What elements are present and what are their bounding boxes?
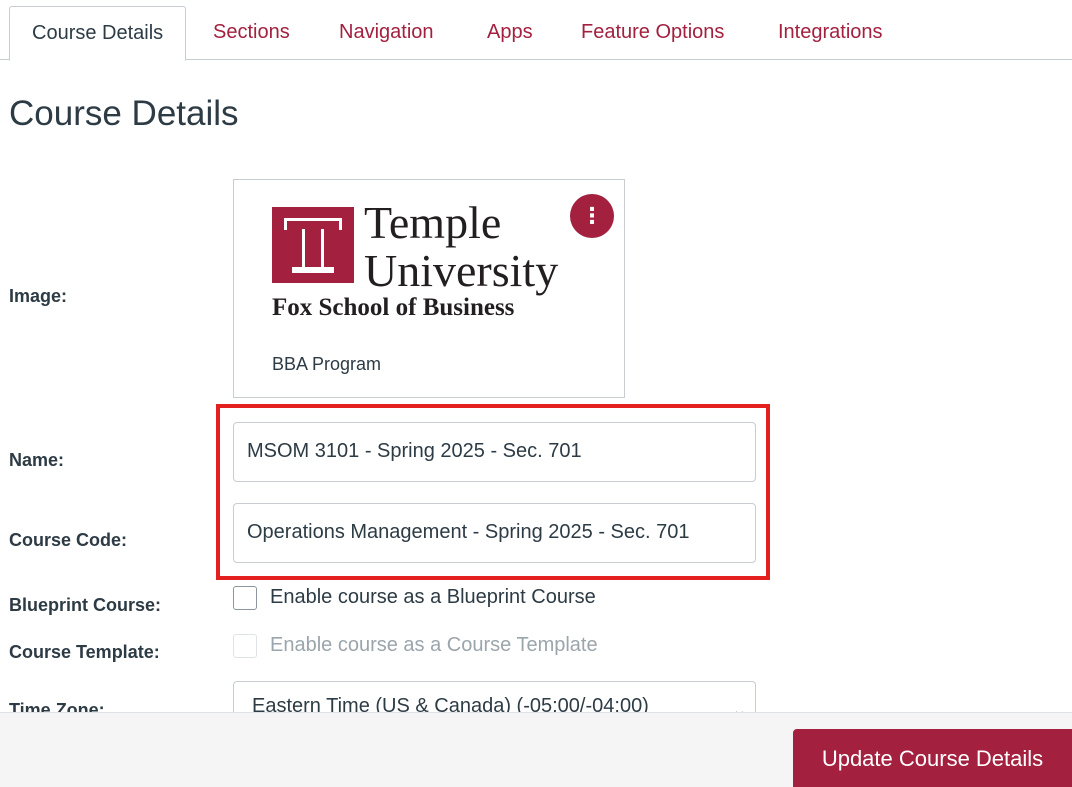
name-label: Name: <box>9 450 65 470</box>
tab-feature-options[interactable]: Feature Options <box>559 6 746 60</box>
tab-course-details[interactable]: Course Details <box>9 6 187 61</box>
course-code-input[interactable]: Operations Management - Spring 2025 - Se… <box>233 503 756 563</box>
form-actions-footer: Update Course Details <box>0 712 1072 787</box>
temple-logo-icon <box>272 207 354 283</box>
tab-sections[interactable]: Sections <box>191 6 312 60</box>
template-checkbox-label: Enable course as a Course Template <box>270 634 598 656</box>
course-settings-tabs: Course Details Sections Navigation Apps … <box>0 0 1072 61</box>
course-code-label: Course Code: <box>9 530 128 550</box>
kebab-menu-icon[interactable]: ⋮ <box>570 194 614 238</box>
tab-integrations[interactable]: Integrations <box>756 6 905 60</box>
logo-text-university: University <box>364 245 559 296</box>
tab-navigation[interactable]: Navigation <box>317 6 456 60</box>
image-label: Image: <box>9 286 68 306</box>
page-title: Course Details <box>9 94 239 133</box>
tab-apps[interactable]: Apps <box>465 6 555 60</box>
blueprint-checkbox[interactable] <box>233 586 257 610</box>
image-caption: BBA Program <box>272 354 382 374</box>
blueprint-label: Blueprint Course: <box>9 595 162 615</box>
blueprint-checkbox-label[interactable]: Enable course as a Blueprint Course <box>270 586 596 609</box>
update-course-details-button[interactable]: Update Course Details <box>793 729 1072 787</box>
template-checkbox <box>233 634 257 658</box>
course-image[interactable]: Temple University Fox School of Business… <box>233 179 625 398</box>
logo-text-school: Fox School of Business <box>272 294 515 321</box>
template-label: Course Template: <box>9 642 160 662</box>
logo-text-temple: Temple <box>364 197 502 248</box>
name-input[interactable]: MSOM 3101 - Spring 2025 - Sec. 701 <box>233 422 756 482</box>
